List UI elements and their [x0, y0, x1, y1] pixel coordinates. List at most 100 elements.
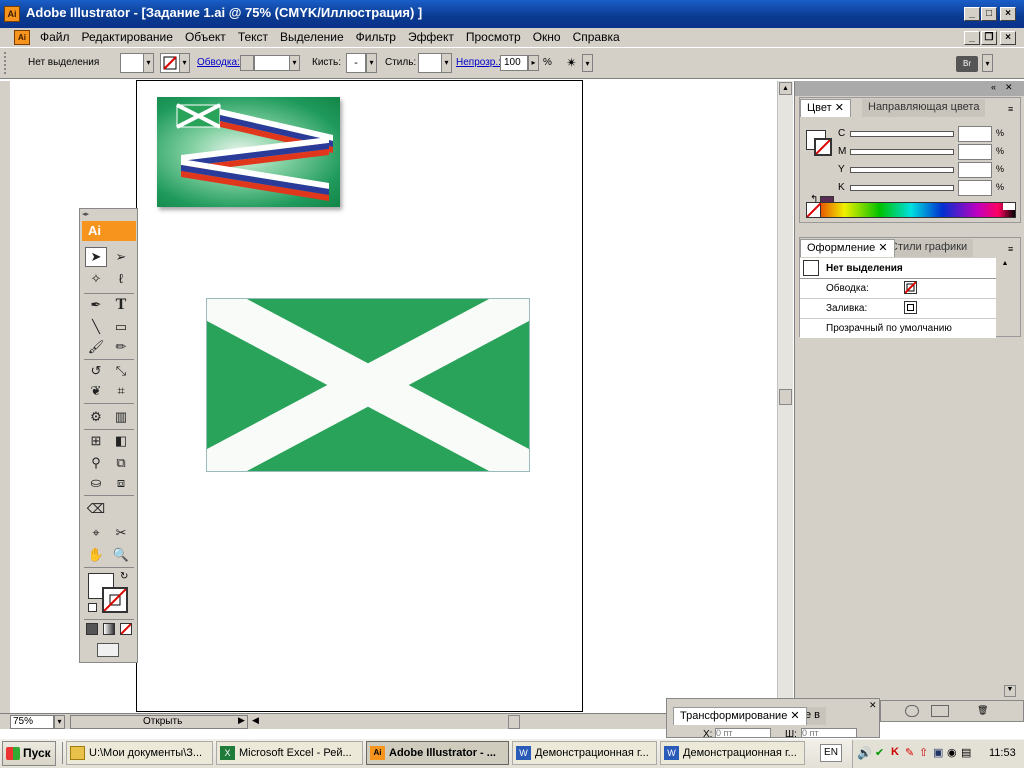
isolate-icon[interactable]: ✴ — [566, 54, 582, 72]
line-tool-icon[interactable]: ╲ — [85, 317, 107, 337]
stroke-link[interactable]: Обводка: — [197, 57, 240, 68]
symbol-sprayer-tool-icon[interactable]: ⚙ — [85, 407, 107, 427]
tab-graphic-styles[interactable]: Стили графики — [884, 239, 974, 257]
brush-field[interactable]: - — [346, 53, 366, 73]
gradient-tool-icon[interactable]: ◧ — [110, 431, 132, 451]
channel-input[interactable] — [958, 126, 992, 142]
channel-slider[interactable] — [850, 131, 954, 137]
update-icon[interactable]: ▤ — [961, 746, 971, 759]
appearance-stroke-swatch[interactable] — [904, 281, 917, 294]
panel-close-icon[interactable]: ✕ — [1005, 82, 1013, 93]
taskbar-word-2[interactable]: W Демонстрационная г... — [660, 741, 805, 765]
crop-area-tool-icon[interactable]: ⌖ — [85, 523, 107, 543]
lasso-tool-icon[interactable]: ℓ — [110, 269, 132, 289]
column-graph-tool-icon[interactable]: ▥ — [110, 407, 132, 427]
taskbar-illustrator[interactable]: Ai Adobe Illustrator - ... — [366, 741, 509, 765]
close-icon[interactable]: × — [1000, 7, 1016, 21]
scroll-thumb[interactable] — [779, 389, 792, 405]
status-arrow-icon[interactable]: ▶ — [238, 715, 245, 726]
maximize-icon[interactable]: □ — [981, 7, 997, 21]
none-color-icon[interactable] — [806, 202, 822, 218]
x-input[interactable]: 0 пт — [715, 728, 771, 738]
menu-item[interactable]: Объект — [179, 30, 232, 45]
blend-tool-icon[interactable]: ⧉ — [110, 453, 132, 473]
warp-tool-icon[interactable]: ❦ — [85, 381, 107, 401]
mesh-tool-icon[interactable]: ⊞ — [85, 431, 107, 451]
stroke-weight-dropdown-icon[interactable]: ▾ — [289, 55, 300, 71]
menu-item[interactable]: Фильтр — [350, 30, 402, 45]
dock-scroll-down-icon[interactable]: ▼ — [1004, 685, 1016, 697]
kaspersky-icon[interactable]: K — [891, 746, 899, 758]
tab-color-guide[interactable]: Направляющая цвета — [862, 99, 986, 117]
color-spectrum[interactable] — [806, 202, 1016, 218]
channel-input[interactable] — [958, 144, 992, 160]
style-dropdown-icon[interactable]: ▾ — [441, 53, 452, 73]
stroke-color-box[interactable] — [102, 587, 128, 613]
menu-item[interactable]: Редактирование — [76, 30, 179, 45]
fill-swatch[interactable] — [120, 53, 144, 73]
panel-button-icon[interactable] — [905, 705, 919, 717]
doc-restore-icon[interactable]: ❐ — [981, 31, 997, 45]
channel-slider[interactable] — [850, 185, 954, 191]
ribbon-flag-image[interactable] — [157, 97, 340, 207]
panel-button-icon[interactable] — [931, 705, 949, 717]
network-icon[interactable]: ▣ — [933, 746, 943, 759]
menu-item[interactable]: Эффект — [402, 30, 460, 45]
none-mode-icon[interactable] — [120, 623, 132, 635]
green-flag[interactable] — [206, 298, 530, 472]
rotate-tool-icon[interactable]: ↺ — [85, 361, 107, 381]
minimize-icon[interactable]: _ — [964, 7, 980, 21]
channel-input[interactable] — [958, 180, 992, 196]
scissors-tool-icon[interactable]: ✂ — [110, 523, 132, 543]
appearance-scroll-up-icon[interactable]: ▲ — [998, 260, 1012, 272]
taskbar-word-1[interactable]: W Демонстрационная г... — [512, 741, 657, 765]
pencil-tool-icon[interactable]: ✏ — [110, 337, 132, 357]
selection-tool-icon[interactable]: ➤ — [85, 247, 107, 267]
vertical-scrollbar[interactable]: ▲ — [777, 81, 793, 713]
style-swatch[interactable] — [418, 53, 442, 73]
channel-input[interactable] — [958, 162, 992, 178]
tools-grip-icon[interactable]: ◂▸ — [82, 210, 89, 218]
fill-dropdown-icon[interactable]: ▾ — [143, 53, 154, 73]
direct-selection-tool-icon[interactable]: ➢ — [110, 247, 132, 267]
scroll-up-icon[interactable]: ▲ — [779, 82, 792, 95]
appearance-fill-row[interactable]: Заливка: — [826, 303, 867, 314]
live-paint-selection-icon[interactable]: ⧈ — [110, 473, 132, 493]
type-tool-icon[interactable]: T — [110, 295, 132, 315]
w-input[interactable]: 0 пт — [801, 728, 857, 738]
paintbrush-tool-icon[interactable]: 🖌 — [85, 337, 107, 357]
status-menu[interactable]: Открыть — [70, 715, 248, 729]
free-transform-tool-icon[interactable]: ⌗ — [110, 381, 132, 401]
bridge-dropdown-icon[interactable]: ▾ — [982, 54, 993, 72]
menu-item[interactable]: Просмотр — [460, 30, 527, 45]
live-paint-bucket-icon[interactable]: ⛀ — [85, 473, 107, 493]
panel-menu-icon[interactable]: ≡ — [1008, 244, 1013, 254]
pen-tool-icon[interactable]: ✒ — [85, 295, 107, 315]
rectangle-tool-icon[interactable]: ▭ — [110, 317, 132, 337]
bridge-icon[interactable]: Br — [956, 56, 978, 72]
slice-tool-icon[interactable]: ⌫ — [85, 499, 107, 519]
zoom-field[interactable]: 75% — [10, 715, 54, 729]
taskbar-explorer[interactable]: U:\Мои документы\З... — [66, 741, 213, 765]
stroke-swatch[interactable] — [160, 53, 180, 73]
panel-menu-icon[interactable]: ≡ — [1008, 104, 1013, 114]
magic-wand-tool-icon[interactable]: ✧ — [85, 269, 107, 289]
stroke-weight-spinner[interactable] — [240, 55, 254, 71]
white-swatch[interactable] — [1003, 203, 1015, 210]
isolate-dropdown-icon[interactable]: ▾ — [582, 54, 593, 72]
antivirus-icon[interactable]: ✔ — [875, 746, 884, 759]
appearance-stroke-row[interactable]: Обводка: — [826, 283, 869, 294]
arrow-tray-icon[interactable]: ⇧ — [919, 746, 928, 759]
zoom-tool-icon[interactable]: 🔍 — [110, 545, 132, 565]
gradient-mode-icon[interactable] — [103, 623, 115, 635]
taskbar-excel[interactable]: X Microsoft Excel - Рей... — [216, 741, 363, 765]
color-mode-icon[interactable] — [86, 623, 98, 635]
doc-close-icon[interactable]: × — [1000, 31, 1016, 45]
channel-slider[interactable] — [850, 167, 954, 173]
stroke-preview[interactable] — [814, 138, 832, 156]
zoom-dropdown-icon[interactable]: ▾ — [54, 715, 65, 729]
appearance-fill-swatch[interactable] — [904, 301, 917, 314]
menu-item[interactable]: Справка — [567, 30, 626, 45]
start-button[interactable]: Пуск — [2, 741, 56, 766]
tab-color[interactable]: Цвет ✕ — [800, 99, 851, 117]
